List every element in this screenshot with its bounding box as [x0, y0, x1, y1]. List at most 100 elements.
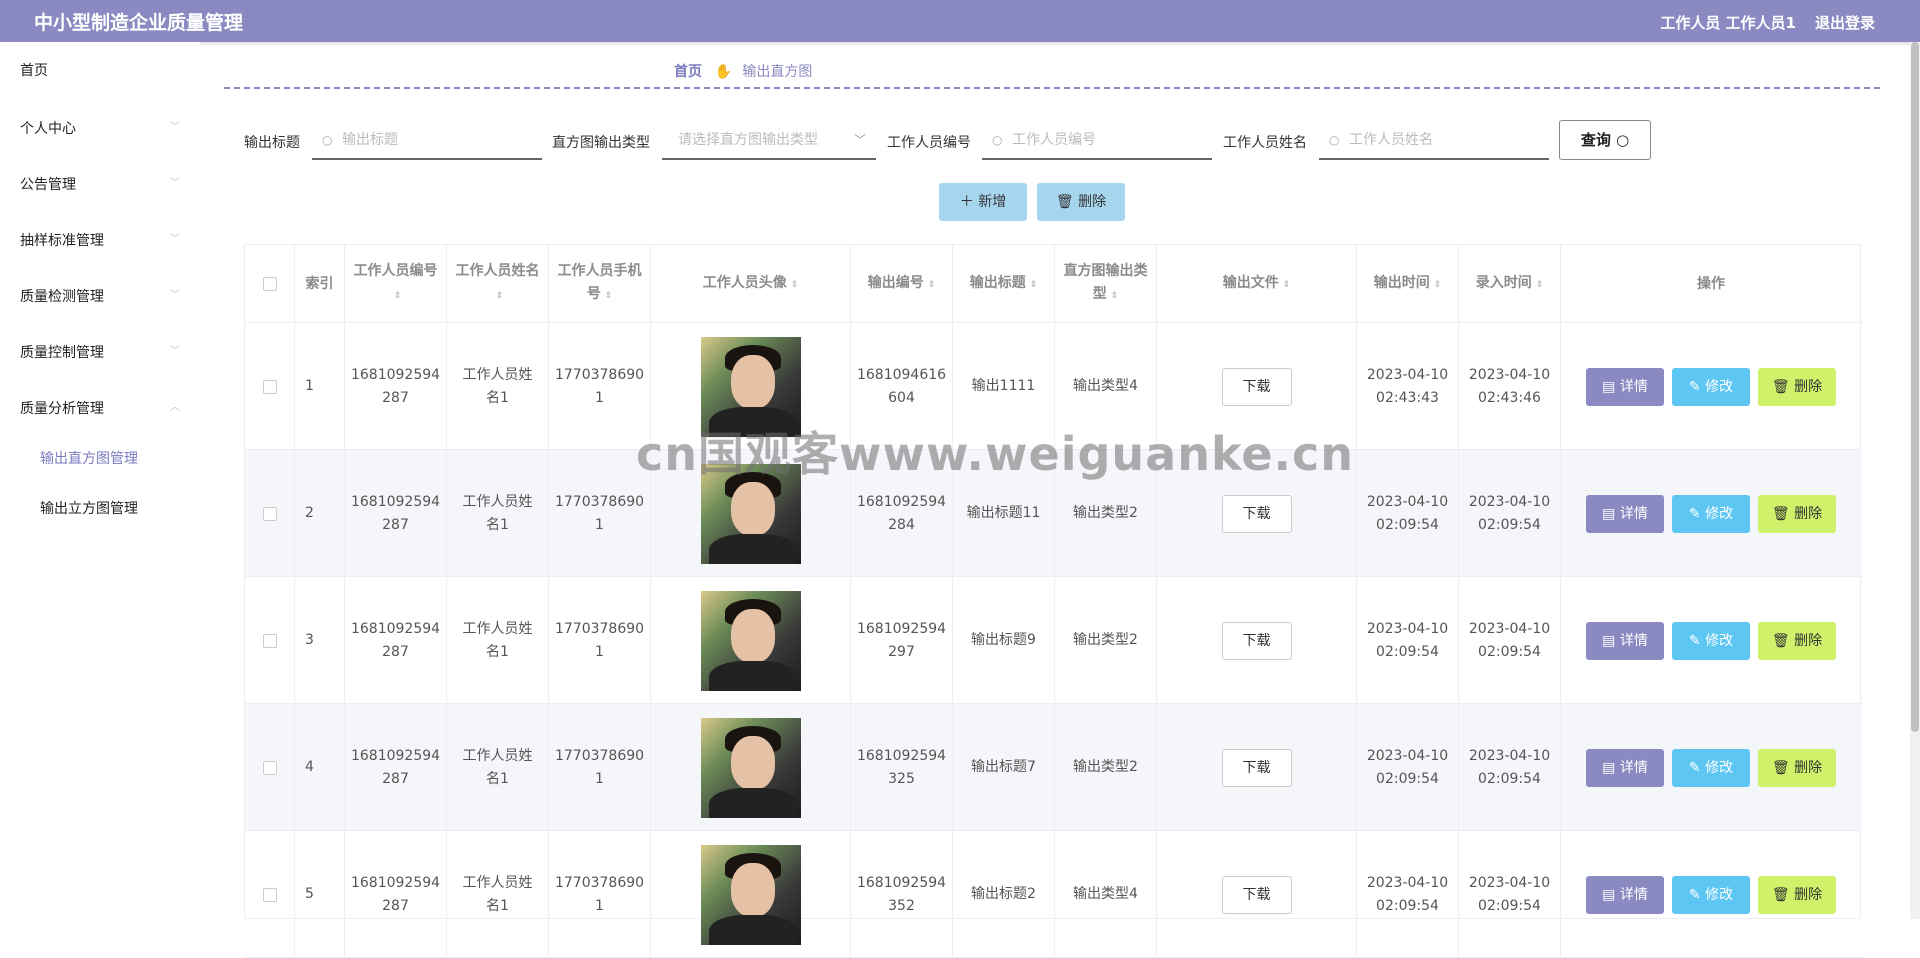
avatar[interactable]: [700, 844, 801, 945]
trash-icon: 🗑: [1771, 759, 1795, 776]
staff-no-input[interactable]: ○ 工作人员编号: [982, 122, 1212, 160]
hist-type-select[interactable]: 请选择直方图输出类型 ﹀: [662, 122, 876, 160]
detail-button[interactable]: ▤ 详情: [1586, 748, 1664, 787]
row-checkbox[interactable]: [262, 506, 277, 521]
sidebar-item-analysis[interactable]: 质量分析管理 ︿: [20, 398, 190, 418]
title-search-input[interactable]: ○ 输出标题: [312, 122, 542, 160]
avatar[interactable]: [700, 590, 801, 691]
edit-button[interactable]: ✎ 修改: [1672, 748, 1750, 787]
pencil-icon: ✎: [1688, 505, 1706, 522]
document-icon: ▤: [1602, 378, 1620, 395]
edit-button[interactable]: ✎ 修改: [1672, 621, 1750, 660]
submenu-item-cube[interactable]: 输出立方图管理: [40, 498, 138, 518]
scrollbar-thumb[interactable]: [1911, 42, 1919, 732]
col-hist-type[interactable]: 直方图输出类型 ⇕: [1055, 245, 1157, 323]
table-row: 5 1681092594 287 工作人员姓 名1 1770378690 1 16810925…: [245, 831, 1862, 958]
col-ops: 操作: [1697, 275, 1725, 292]
edit-button[interactable]: ✎ 修改: [1672, 875, 1750, 914]
current-user: 工作人员 工作人员1: [1660, 14, 1796, 32]
sort-icon: ⇕: [604, 291, 613, 301]
pencil-icon: ✎: [1688, 886, 1706, 903]
row-checkbox[interactable]: [262, 633, 277, 648]
sidebar-item-label: 首页: [20, 63, 48, 79]
pencil-icon: ✎: [1688, 378, 1706, 395]
hist-type-label: 直方图输出类型: [552, 135, 650, 151]
edit-button[interactable]: ✎ 修改: [1672, 367, 1750, 406]
output-no-cell: 1681092594 325: [856, 747, 947, 787]
row-checkbox[interactable]: [262, 760, 277, 775]
detail-button[interactable]: ▤ 详情: [1586, 621, 1664, 660]
entry-time-cell: 2023-04-10 02:09:54: [1468, 493, 1551, 533]
chevron-up-icon: ︿: [170, 402, 180, 413]
col-label: 工作人员姓名: [455, 263, 540, 279]
output-no-cell: 1681092594 352: [856, 874, 947, 914]
sidebar-item-notice[interactable]: 公告管理 ﹀: [20, 174, 190, 194]
download-button[interactable]: 下载: [1221, 875, 1292, 914]
sort-icon: ⇕: [790, 279, 799, 290]
delete-button[interactable]: 🗑 删除: [1758, 621, 1836, 660]
staff-name-input[interactable]: ○ 工作人员姓名: [1319, 122, 1549, 160]
sort-icon: ⇕: [1282, 279, 1291, 290]
col-avatar[interactable]: 工作人员头像 ⇕: [651, 245, 851, 323]
delete-button[interactable]: 🗑 删除: [1758, 748, 1836, 787]
delete-button[interactable]: 🗑 删除: [1758, 367, 1836, 406]
download-button[interactable]: 下载: [1221, 494, 1292, 533]
output-title-cell: 输出标题11: [966, 505, 1041, 521]
batch-delete-button[interactable]: 🗑 删除: [1037, 183, 1125, 221]
col-staff-name[interactable]: 工作人员姓名 ⇕: [447, 245, 549, 323]
document-icon: ▤: [1602, 505, 1620, 522]
delete-label: 删除: [1794, 759, 1823, 776]
edit-button[interactable]: ✎ 修改: [1672, 494, 1750, 533]
avatar[interactable]: [700, 717, 801, 818]
detail-button[interactable]: ▤ 详情: [1586, 494, 1664, 533]
download-button[interactable]: 下载: [1221, 748, 1292, 787]
entry-time-cell: 2023-04-10 02:09:54: [1468, 747, 1551, 787]
sort-icon: ⇕: [1535, 279, 1544, 290]
delete-label: 删除: [1794, 886, 1823, 903]
row-checkbox[interactable]: [262, 887, 277, 902]
row-index: 3: [305, 632, 314, 648]
hist-type-cell: 输出类型4: [1073, 378, 1138, 394]
sidebar-item-personal-center[interactable]: 个人中心 ﹀: [20, 118, 190, 138]
entry-time-cell: 2023-04-10 02:09:54: [1468, 874, 1551, 914]
edit-label: 修改: [1705, 378, 1734, 395]
col-label: 工作人员头像: [702, 274, 787, 291]
output-time-cell: 2023-04-10 02:09:54: [1366, 620, 1449, 660]
detail-button[interactable]: ▤ 详情: [1586, 367, 1664, 406]
submenu-item-histogram[interactable]: 输出直方图管理: [40, 448, 138, 468]
output-no-cell: 1681092594 297: [856, 620, 947, 660]
breadcrumb-home[interactable]: 首页: [674, 64, 702, 80]
sidebar-item-home[interactable]: 首页: [20, 60, 48, 80]
download-button[interactable]: 下载: [1221, 621, 1292, 660]
query-button[interactable]: 查询 ○: [1559, 120, 1651, 160]
search-icon: ○: [322, 133, 333, 147]
detail-button[interactable]: ▤ 详情: [1586, 875, 1664, 914]
col-entry-time[interactable]: 录入时间 ⇕: [1459, 245, 1561, 323]
sidebar-item-inspection[interactable]: 质量检测管理 ﹀: [20, 286, 190, 306]
sidebar-item-sampling[interactable]: 抽样标准管理 ﹀: [20, 230, 190, 250]
logout-link[interactable]: 退出登录: [1815, 12, 1875, 33]
delete-button[interactable]: 🗑 删除: [1758, 494, 1836, 533]
add-button[interactable]: ＋ 新增: [939, 183, 1027, 221]
sort-icon: ⇕: [393, 291, 402, 301]
col-output-no[interactable]: 输出编号 ⇕: [851, 245, 953, 323]
col-staff-no[interactable]: 工作人员编号 ⇕: [345, 245, 447, 323]
col-label: 输出文件: [1222, 274, 1279, 291]
trash-icon: 🗑: [1771, 505, 1795, 522]
staff-name-cell: 工作人员姓 名1: [462, 366, 533, 406]
detail-label: 详情: [1619, 886, 1648, 903]
sidebar-item-control[interactable]: 质量控制管理 ﹀: [20, 342, 190, 362]
select-all-checkbox[interactable]: [262, 277, 277, 291]
watermark: cn国观客www.weiguanke.cn: [636, 427, 1355, 481]
col-output-file[interactable]: 输出文件 ⇕: [1157, 245, 1357, 323]
download-button[interactable]: 下载: [1221, 367, 1292, 406]
scrollbar[interactable]: [1910, 42, 1920, 919]
trash-icon: 🗑: [1771, 632, 1795, 649]
row-checkbox[interactable]: [262, 379, 277, 394]
col-staff-phone[interactable]: 工作人员手机号 ⇕: [549, 245, 651, 323]
chevron-down-icon: ﹀: [170, 178, 180, 189]
staff-phone-cell: 1770378690 1: [554, 747, 645, 787]
delete-button[interactable]: 🗑 删除: [1758, 875, 1836, 914]
col-output-title[interactable]: 输出标题 ⇕: [953, 245, 1055, 323]
col-output-time[interactable]: 输出时间 ⇕: [1357, 245, 1459, 323]
